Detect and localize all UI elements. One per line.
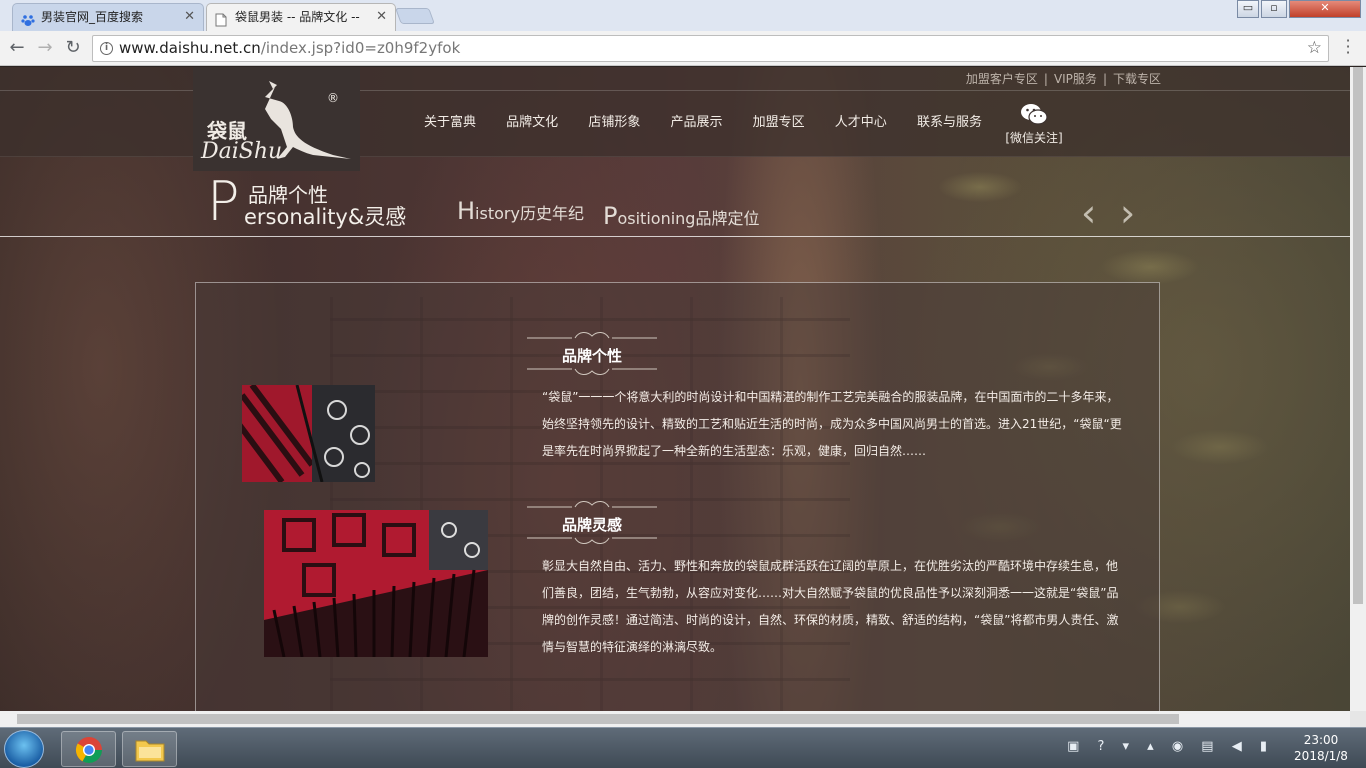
section-text-inspiration: 彰显大自然自由、活力、野性和奔放的袋鼠成群活跃在辽阔的草原上，在优胜劣汰的严酷环… — [542, 559, 1119, 654]
logo-latin: DaiShu — [201, 139, 283, 164]
positioning-label: ositioning品牌定位 — [617, 209, 760, 228]
positioning-link[interactable]: Positioning品牌定位 — [603, 202, 759, 230]
page-viewport: 加盟客户专区 | VIP服务 | 下载专区 关于富典 品牌文化 店铺形象 产品展示 加盟… — [0, 67, 1350, 711]
title-ornament-top — [527, 332, 657, 339]
nav-about[interactable]: 关于富典 — [424, 111, 476, 130]
address-bar[interactable]: i www.daishu.net.cn/index.jsp?id0=z0h9f2… — [92, 35, 1329, 62]
nav-careers[interactable]: 人才中心 — [835, 111, 887, 130]
taskbar-explorer[interactable] — [122, 731, 177, 767]
new-tab-button[interactable] — [395, 8, 435, 24]
daishu-logo[interactable]: 袋鼠 DaiShu ® — [193, 67, 360, 171]
scarf-photo-2 — [264, 510, 488, 657]
title-ornament-bottom — [527, 537, 657, 544]
chrome-icon — [75, 737, 103, 764]
top-links: 加盟客户专区 | VIP服务 | 下载专区 — [963, 70, 1164, 87]
link-franchise-customer[interactable]: 加盟客户专区 — [966, 72, 1038, 86]
title-ornament-top — [527, 501, 657, 508]
url-host: www.daishu.net.cn — [119, 39, 261, 57]
page-icon — [215, 10, 229, 27]
back-arrow-icon[interactable]: ← — [6, 37, 28, 59]
vertical-scroll-thumb[interactable] — [1353, 67, 1363, 604]
tray-icons[interactable]: ▣ ? ▾ ▴ ◉ ▤ ◀ ▮ — [1067, 739, 1274, 754]
tab-daishu-brand-culture[interactable]: 袋鼠男装 -- 品牌文化 -- ✕ — [206, 3, 396, 31]
link-separator: | — [1102, 72, 1107, 86]
scrollbar-corner — [1350, 711, 1366, 727]
prev-arrow-icon[interactable]: ‹ — [1081, 191, 1096, 235]
horizontal-scroll-thumb[interactable] — [17, 714, 1179, 724]
taskbar-chrome[interactable] — [61, 731, 116, 767]
link-vip-service[interactable]: VIP服务 — [1054, 72, 1097, 86]
info-icon[interactable]: i — [100, 42, 113, 55]
restore-button[interactable]: ▫ — [1261, 0, 1287, 18]
tab-close-icon[interactable]: ✕ — [184, 4, 195, 30]
url-path: /index.jsp?id0=z0h9f2yfok — [260, 39, 461, 57]
section-title-personality: 品牌个性 — [561, 347, 622, 365]
browser-toolbar: ← → ↻ i www.daishu.net.cn/index.jsp?id0=… — [0, 31, 1366, 66]
sub-nav: P 品牌个性 ersonality&灵感 History历史年纪 Positio… — [0, 171, 1350, 237]
wechat-label: [微信关注] — [1005, 131, 1063, 145]
main-nav: 关于富典 品牌文化 店铺形象 产品展示 加盟专区 人才中心 联系与服务 — [424, 111, 1008, 130]
link-download[interactable]: 下载专区 — [1113, 72, 1161, 86]
tab-title: 袋鼠男装 -- 品牌文化 -- — [235, 10, 360, 24]
folder-icon — [135, 740, 165, 762]
clock[interactable]: 23:00 2018/1/8 — [1286, 732, 1356, 764]
next-arrow-icon[interactable]: › — [1120, 191, 1135, 235]
nav-contact[interactable]: 联系与服务 — [917, 111, 982, 130]
close-window-button[interactable]: ✕ — [1289, 0, 1361, 18]
wechat-icon — [1021, 104, 1048, 125]
browser-tab-bar: 男装官网_百度搜索 ✕ 袋鼠男装 -- 品牌文化 -- ✕ ▭ ▫ ✕ — [0, 0, 1366, 31]
personality-initial: P — [207, 170, 240, 233]
link-separator: | — [1043, 72, 1048, 86]
title-ornament-bottom — [527, 368, 657, 375]
section-text-personality: “袋鼠”一一一个将意大利的时尚设计和中国精湛的制作工艺完美融合的服装品牌，在中国… — [542, 390, 1122, 458]
history-link[interactable]: History历史年纪 — [457, 197, 584, 225]
nav-brand-culture[interactable]: 品牌文化 — [506, 111, 558, 130]
section-title-inspiration: 品牌灵感 — [561, 516, 622, 534]
scarf-photo-1 — [242, 385, 375, 482]
bookmark-star-icon[interactable]: ☆ — [1307, 36, 1322, 61]
clock-date: 2018/1/8 — [1294, 749, 1348, 763]
horizontal-scrollbar[interactable] — [0, 711, 1350, 727]
minimize-button[interactable]: ▭ — [1237, 0, 1259, 18]
tab-baidu-search[interactable]: 男装官网_百度搜索 ✕ — [12, 3, 204, 31]
nav-store-image[interactable]: 店铺形象 — [588, 111, 640, 130]
forward-arrow-icon[interactable]: → — [34, 37, 56, 59]
reload-icon[interactable]: ↻ — [62, 37, 84, 59]
content-panel: 品牌个性 “袋鼠”一一一个将意大利的时尚设计和中国精湛的制作工艺完美融合的服装品… — [195, 282, 1160, 711]
clock-time: 23:00 — [1303, 733, 1339, 747]
menu-dots-icon[interactable]: · · · — [1343, 33, 1353, 61]
baidu-paw-icon — [21, 10, 35, 26]
nav-franchise[interactable]: 加盟专区 — [753, 111, 805, 130]
windows-taskbar: ▣ ? ▾ ▴ ◉ ▤ ◀ ▮ 23:00 2018/1/8 — [0, 727, 1366, 768]
nav-products[interactable]: 产品展示 — [670, 111, 722, 130]
start-button[interactable] — [4, 730, 44, 768]
vertical-scrollbar[interactable] — [1350, 67, 1366, 711]
logo-registered: ® — [327, 91, 339, 105]
tab-close-icon[interactable]: ✕ — [376, 4, 387, 30]
tab-title: 男装官网_百度搜索 — [41, 10, 144, 24]
history-initial: H — [457, 197, 476, 225]
wechat-follow[interactable]: [微信关注] — [1003, 103, 1065, 146]
history-label: istory历史年纪 — [475, 204, 584, 223]
positioning-initial: P — [603, 202, 618, 230]
personality-title[interactable]: ersonality&灵感 — [244, 201, 406, 231]
